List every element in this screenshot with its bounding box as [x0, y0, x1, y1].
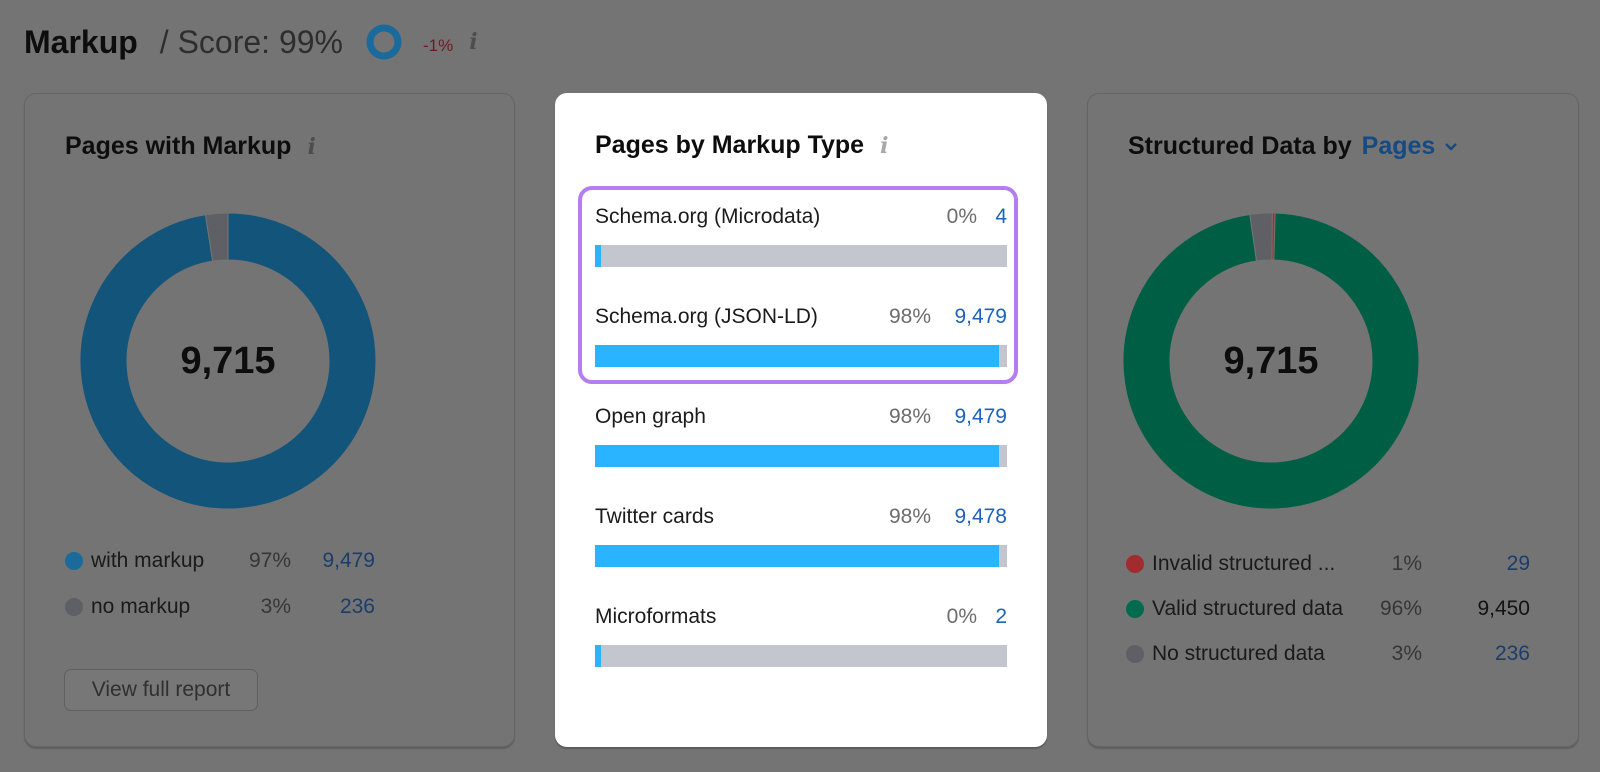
- legend-value-link[interactable]: 236: [340, 595, 375, 619]
- donut-total: 9,715: [1223, 339, 1319, 382]
- markup-type-bar-fill: [595, 545, 999, 567]
- legend-item-invalid[interactable]: Invalid structured ... 1% 29: [1126, 549, 1530, 579]
- legend-item-no-structured[interactable]: No structured data 3% 236: [1126, 639, 1530, 669]
- markup-type-value-link[interactable]: 9,478: [954, 505, 1007, 529]
- card-title-text: Pages with Markup: [65, 132, 292, 160]
- legend-value: 9,450: [1477, 597, 1530, 620]
- legend-value-link[interactable]: 9,479: [322, 549, 375, 573]
- score-label: / Score: 99%: [159, 23, 343, 60]
- legend-label: with markup: [91, 549, 205, 572]
- legend-pct: 3%: [1391, 642, 1422, 665]
- info-icon[interactable]: i: [469, 29, 477, 55]
- legend-label: No structured data: [1152, 642, 1325, 665]
- markup-type-bar-track: [595, 445, 1007, 467]
- markup-type-value-link[interactable]: 2: [995, 605, 1007, 629]
- legend-dot: [1126, 555, 1144, 573]
- pages-dropdown[interactable]: Pages: [1362, 132, 1436, 161]
- legend-label: Invalid structured ...: [1152, 552, 1336, 575]
- markup-type-bar-fill: [595, 445, 999, 467]
- markup-type-row[interactable]: Microformats 0% 2: [595, 605, 1007, 695]
- donut-total: 9,715: [180, 339, 276, 382]
- markup-type-label: Microformats: [595, 605, 717, 628]
- legend-dot: [65, 598, 83, 616]
- markup-type-label: Open graph: [595, 405, 706, 428]
- markup-type-pct: 0%: [946, 605, 977, 628]
- pages-with-markup-card: Pages with Markup i 9,715 with markup 97…: [24, 93, 515, 747]
- chevron-down-icon[interactable]: [1443, 139, 1459, 155]
- pages-by-markup-type-card: Pages by Markup Type i Schema.org (Micro…: [555, 93, 1047, 747]
- markup-type-bar-track: [595, 545, 1007, 567]
- card-title: Pages with Markup i: [65, 132, 316, 161]
- score-delta: -1%: [423, 36, 454, 55]
- legend-value-link[interactable]: 236: [1495, 642, 1530, 666]
- legend-pct: 1%: [1391, 552, 1422, 575]
- legend-item-valid[interactable]: Valid structured data 96% 9,450: [1126, 594, 1530, 624]
- legend-label: Valid structured data: [1152, 597, 1344, 620]
- page-title: Markup: [24, 23, 138, 60]
- legend-label: no markup: [91, 595, 191, 618]
- info-icon[interactable]: i: [880, 133, 888, 159]
- score-ring-icon: [366, 24, 402, 60]
- markup-type-value-link[interactable]: 9,479: [954, 405, 1007, 429]
- markup-type-bar-track: [595, 645, 1007, 667]
- legend-dot: [1126, 645, 1144, 663]
- legend-pct: 96%: [1379, 597, 1422, 620]
- legend-dot: [1126, 600, 1144, 618]
- markup-type-bar-fill: [595, 645, 602, 667]
- markup-type-row[interactable]: Open graph 98% 9,479: [595, 405, 1007, 495]
- page-header: Markup / Score: 99% -1% i: [24, 20, 478, 64]
- card-title: Pages by Markup Type i: [595, 131, 888, 160]
- card-title-text: Pages by Markup Type: [595, 131, 865, 159]
- markup-type-label: Twitter cards: [595, 505, 715, 528]
- markup-type-pct: 98%: [888, 505, 931, 528]
- card-title: Structured Data by Pages: [1128, 132, 1459, 161]
- structured-data-card: Structured Data by Pages 9,715 Invalid s…: [1087, 93, 1579, 747]
- highlight-box: [578, 186, 1018, 384]
- legend-pct: 3%: [260, 595, 291, 618]
- card-title-text: Structured Data by: [1128, 132, 1352, 160]
- markup-type-row[interactable]: Twitter cards 98% 9,478: [595, 505, 1007, 595]
- view-full-report-button[interactable]: View full report: [64, 669, 258, 711]
- legend-pct: 97%: [248, 549, 291, 572]
- legend-item-no-markup[interactable]: no markup 3% 236: [65, 592, 375, 622]
- legend-dot: [65, 552, 83, 570]
- info-icon[interactable]: i: [307, 134, 315, 160]
- legend-item-with-markup[interactable]: with markup 97% 9,479: [65, 546, 375, 576]
- markup-type-pct: 98%: [888, 405, 931, 428]
- legend-value-link[interactable]: 29: [1507, 552, 1530, 576]
